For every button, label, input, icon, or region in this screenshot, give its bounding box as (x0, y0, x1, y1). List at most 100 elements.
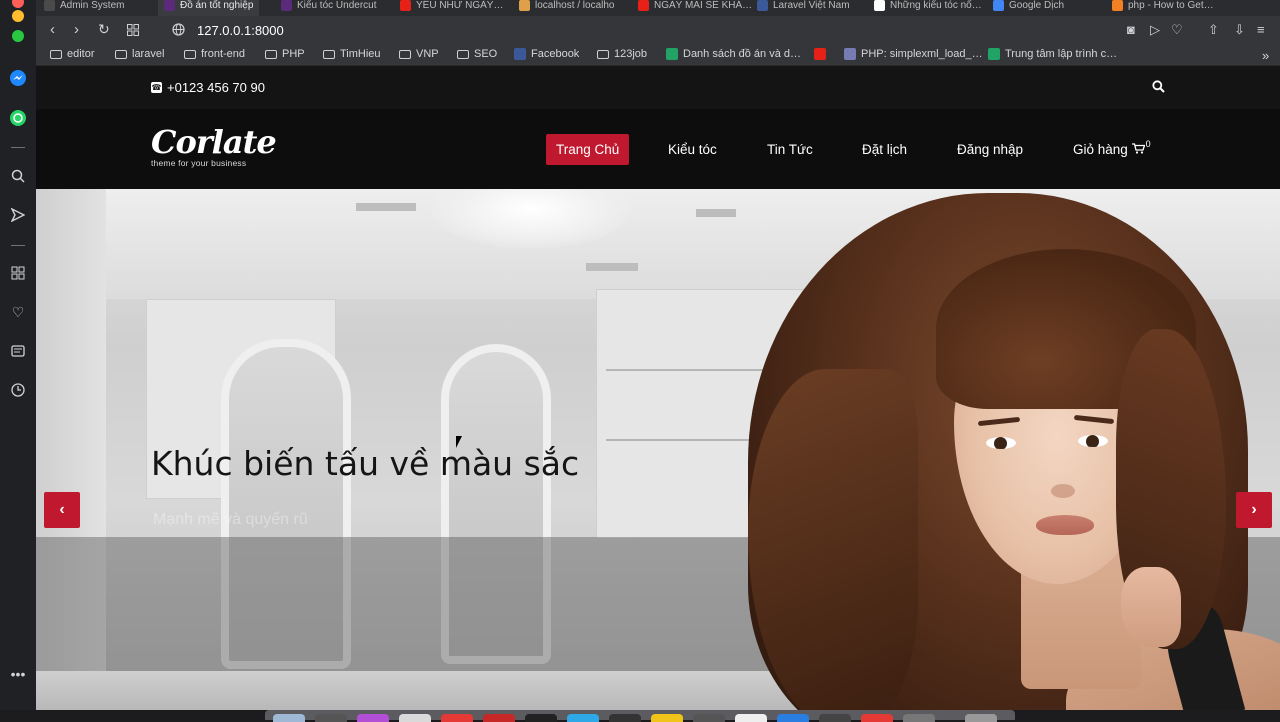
globe-icon (172, 23, 185, 40)
main-navbar: Corlate theme for your business Trang Ch… (36, 109, 1280, 189)
tab[interactable]: Laravel Việt Nam (757, 0, 850, 16)
cart-icon (1131, 142, 1145, 157)
close-window-dot[interactable] (12, 0, 24, 8)
tab-favicon-icon (519, 0, 530, 11)
site-logo[interactable]: Corlate theme for your business (151, 123, 277, 168)
nav-hairstyles[interactable]: Kiểu tóc (658, 134, 727, 165)
web-page: ☎ +0123 456 70 90 Corlate theme for your… (36, 66, 1280, 710)
whatsapp-icon[interactable] (8, 108, 28, 128)
tab[interactable]: YÊU NHƯ NGÀY… (400, 0, 503, 16)
tab-favicon-icon (757, 0, 768, 11)
tab-favicon-icon (44, 0, 55, 11)
opera-icon[interactable] (441, 714, 473, 722)
heart-icon[interactable]: ♡ (8, 302, 28, 322)
bookmark-youtube[interactable] (814, 48, 831, 60)
bookmark-folder[interactable]: front-end (184, 48, 245, 60)
youtube-icon (814, 48, 826, 60)
logo-wordmark: Corlate (151, 123, 277, 161)
tab-favicon-icon (281, 0, 292, 11)
mouse-cursor-icon (456, 436, 462, 448)
heart-icon[interactable]: ♡ (1171, 22, 1183, 38)
slider-next-button[interactable]: › (1236, 492, 1272, 528)
bookmark-folder[interactable]: laravel (115, 48, 164, 60)
upload-icon[interactable]: ⇧ (1208, 22, 1219, 38)
tab-favicon-icon (400, 0, 411, 11)
bookmark-folder[interactable]: VNP (399, 48, 439, 60)
tab-favicon-icon (1112, 0, 1123, 11)
app-icon[interactable] (399, 714, 431, 722)
minimize-window-dot[interactable] (12, 10, 24, 22)
download-icon[interactable]: ⇩ (1234, 22, 1245, 38)
nav-cart[interactable]: Giỏ hàng 0 (1063, 134, 1161, 165)
tab[interactable]: NGÀY MAI SẼ KHÁ… (638, 0, 752, 16)
model-lips (1036, 515, 1094, 535)
send-icon[interactable] (8, 205, 28, 225)
app-icon[interactable] (861, 714, 893, 722)
bookmark-folder[interactable]: SEO (457, 48, 497, 60)
tab-strip: Admin System Đồ án tốt nghiệp Kiểu tóc U… (36, 0, 1280, 16)
bookmark-php[interactable]: PHP: simplexml_load_… (844, 48, 983, 60)
ceiling-vent (356, 203, 416, 211)
bookmark-folder[interactable]: PHP (265, 48, 305, 60)
browser-sidebar: — — ♡ ••• (0, 0, 36, 720)
app-icon[interactable] (735, 714, 767, 722)
bookmark-folder[interactable]: 123job (597, 48, 647, 60)
speed-dial-icon[interactable] (8, 263, 28, 283)
app-icon[interactable] (567, 714, 599, 722)
more-icon[interactable]: ••• (8, 664, 28, 684)
settings-sliders-icon[interactable]: ≡ (1257, 22, 1265, 37)
nav-home[interactable]: Trang Chủ (546, 134, 630, 165)
trash-icon[interactable] (965, 714, 997, 722)
ceiling-vent (696, 209, 736, 217)
app-icon[interactable] (483, 714, 515, 722)
bookmark-facebook[interactable]: Facebook (514, 48, 579, 60)
phone-number: +0123 456 70 90 (167, 80, 265, 95)
app-icon[interactable] (777, 714, 809, 722)
history-icon[interactable] (8, 380, 28, 400)
maximize-window-dot[interactable] (12, 30, 24, 42)
hero-title: Khúc biến tấu về màu sắc (151, 444, 580, 483)
finder-icon[interactable] (273, 714, 305, 722)
tab[interactable]: Admin System (44, 0, 124, 16)
search-icon[interactable] (8, 166, 28, 186)
tab[interactable]: Đồ án tốt nghiệp (158, 0, 260, 16)
search-icon[interactable] (1152, 80, 1165, 96)
bookmarks-overflow-icon[interactable]: » (1262, 48, 1269, 63)
app-icon[interactable] (903, 714, 935, 722)
notes-icon[interactable] (651, 714, 683, 722)
app-icon[interactable] (819, 714, 851, 722)
messenger-icon[interactable] (8, 68, 28, 88)
bookmark-sheet[interactable]: Danh sách đồ án và d… (666, 48, 801, 60)
app-icon[interactable] (609, 714, 641, 722)
tab[interactable]: php - How to Get… (1112, 0, 1214, 16)
forward-icon[interactable]: › (74, 21, 79, 38)
tab[interactable]: localhost / localho (519, 0, 615, 16)
tab[interactable]: Google Dịch (993, 0, 1064, 16)
camera-icon[interactable]: ◙ (1127, 22, 1135, 37)
ceiling-vent (586, 263, 638, 271)
tab-favicon-icon (993, 0, 1004, 11)
app-icon[interactable] (357, 714, 389, 722)
sheets-icon (666, 48, 678, 60)
news-icon[interactable] (8, 341, 28, 361)
url-field[interactable]: 127.0.0.1:8000 (197, 23, 284, 38)
terminal-icon[interactable] (525, 714, 557, 722)
reload-icon[interactable]: ↻ (98, 21, 110, 38)
folder-icon (50, 49, 62, 59)
nav-login[interactable]: Đăng nhập (947, 134, 1033, 165)
tab[interactable]: Kiểu tóc Undercut (281, 0, 377, 16)
back-icon[interactable]: ‹ (50, 21, 55, 38)
nav-news[interactable]: Tin Tức (757, 134, 823, 165)
launchpad-icon[interactable] (315, 714, 347, 722)
share-arrow-icon[interactable]: ▷ (1150, 22, 1160, 38)
tab[interactable]: Những kiểu tóc nổ… (874, 0, 982, 16)
bookmark-sheet[interactable]: Trung tâm lập trình c… (988, 48, 1117, 60)
bookmark-folder[interactable]: TimHieu (323, 48, 381, 60)
app-icon[interactable] (693, 714, 725, 722)
sheets-icon (988, 48, 1000, 60)
tabs-grid-icon[interactable] (127, 23, 139, 40)
bookmark-folder[interactable]: editor (50, 48, 95, 60)
cart-count: 0 (1145, 138, 1151, 149)
nav-booking[interactable]: Đặt lịch (852, 134, 917, 165)
slider-prev-button[interactable]: ‹ (44, 492, 80, 528)
